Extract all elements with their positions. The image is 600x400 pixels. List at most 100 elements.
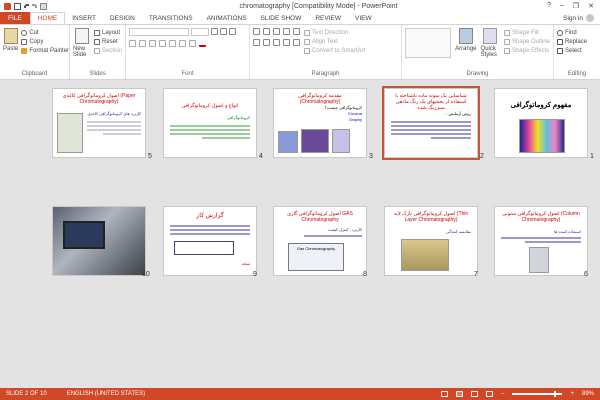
- italic-icon[interactable]: [139, 40, 146, 47]
- reading-view-icon[interactable]: [471, 391, 479, 397]
- language-indicator[interactable]: ENGLISH (UNITED STATES): [67, 391, 145, 397]
- slide-thumbnail-7[interactable]: اصول کروماتوگرافی نازک لایه (Thin Layer …: [384, 206, 478, 276]
- convert-smartart-button[interactable]: Convert to SmartArt: [304, 46, 365, 55]
- tab-file[interactable]: FILE: [0, 12, 30, 24]
- account-area[interactable]: Sign in: [563, 12, 600, 24]
- tab-slide-show[interactable]: SLIDE SHOW: [254, 12, 309, 24]
- bold-icon[interactable]: [129, 40, 136, 47]
- redo-icon[interactable]: [32, 4, 37, 8]
- replace-button[interactable]: Replace: [557, 37, 597, 46]
- reset-icon: [93, 38, 100, 45]
- columns-icon[interactable]: [293, 39, 300, 46]
- slide-thumbnail-5[interactable]: اصول کروماتوگرافی کاغذی (Paper Chromatog…: [52, 88, 146, 158]
- slide-9-text-lines: [170, 223, 250, 237]
- slide-sorter-view-icon[interactable]: [456, 391, 464, 397]
- layout-button[interactable]: Layout: [93, 28, 122, 37]
- copy-button[interactable]: Copy: [21, 37, 69, 46]
- shape-fill-button[interactable]: Shape Fill: [503, 28, 550, 37]
- paint-bucket-icon: [503, 29, 510, 36]
- laptop-image: [63, 221, 105, 249]
- shape-effects-button[interactable]: Shape Effects: [503, 46, 550, 55]
- zoom-in-button[interactable]: +: [570, 391, 574, 397]
- slide-4-text-lines: [170, 123, 250, 141]
- format-painter-button[interactable]: Format Painter: [21, 46, 69, 55]
- decrease-indent-icon[interactable]: [273, 28, 280, 35]
- align-center-icon[interactable]: [263, 39, 270, 46]
- magnifier-icon: [557, 29, 563, 36]
- tab-home[interactable]: HOME: [29, 12, 66, 24]
- reset-button[interactable]: Reset: [93, 37, 122, 46]
- slide-thumbnail-6[interactable]: اصول کروماتوگرافی ستونی (Column Chromato…: [494, 206, 588, 276]
- font-color-icon[interactable]: [199, 40, 206, 47]
- slide-thumbnail-10[interactable]: [52, 206, 146, 276]
- line-spacing-icon[interactable]: [293, 28, 300, 35]
- slide-thumbnail-4[interactable]: انواع و اصول کروماتوگرافی کروماتوگرافی: [163, 88, 257, 158]
- cut-button[interactable]: Cut: [21, 28, 69, 37]
- save-icon[interactable]: [14, 2, 21, 10]
- align-right-icon[interactable]: [273, 39, 280, 46]
- slide-thumbnail-9[interactable]: گزارش کار نتیجه: [163, 206, 257, 276]
- find-button[interactable]: Find: [557, 28, 597, 37]
- slide-2-text-lines: [391, 119, 471, 141]
- slide-thumbnail-2[interactable]: شناسایی یک نمونه ماده ناشناخته با استفاد…: [382, 86, 480, 160]
- text-direction-icon: [304, 29, 310, 36]
- slide-thumbnail-1[interactable]: مفهوم کروماتوگرافی: [494, 88, 588, 158]
- underline-icon[interactable]: [149, 40, 156, 47]
- increase-indent-icon[interactable]: [283, 28, 290, 35]
- tab-insert[interactable]: INSERT: [65, 12, 103, 24]
- slide-7-image: [401, 239, 449, 271]
- start-slideshow-icon[interactable]: [40, 2, 47, 10]
- char-spacing-icon[interactable]: [179, 40, 186, 47]
- zoom-level[interactable]: 89%: [582, 391, 594, 397]
- restore-button[interactable]: ❐: [573, 2, 579, 10]
- close-button[interactable]: ✕: [588, 2, 594, 10]
- slide-number-3: 3: [369, 153, 373, 160]
- tab-animations[interactable]: ANIMATIONS: [200, 12, 254, 24]
- section-button[interactable]: Section: [93, 46, 122, 55]
- layout-icon: [93, 29, 100, 36]
- font-name-box[interactable]: [129, 28, 189, 36]
- tab-view[interactable]: VIEW: [348, 12, 379, 24]
- tab-review[interactable]: REVIEW: [308, 12, 348, 24]
- window-controls: ? – ❐ ✕: [547, 2, 600, 10]
- tab-transitions[interactable]: TRANSITIONS: [142, 12, 200, 24]
- justify-icon[interactable]: [283, 39, 290, 46]
- sign-in-link[interactable]: Sign in: [563, 15, 583, 22]
- align-text-button[interactable]: Align Text: [304, 37, 365, 46]
- shapes-gallery[interactable]: [405, 28, 452, 58]
- select-button[interactable]: Select: [557, 46, 597, 55]
- help-button[interactable]: ?: [547, 2, 551, 10]
- slide-thumbnail-8[interactable]: اصول کروماتوگرافی گازی GAS Chromatograph…: [273, 206, 367, 276]
- slide-sorter: اصول کروماتوگرافی کاغذی (Paper Chromatog…: [0, 80, 600, 388]
- slide-9-table: [174, 241, 234, 255]
- slide-number-2: 2: [480, 153, 484, 160]
- slide-number-8: 8: [363, 271, 367, 278]
- font-size-box[interactable]: [191, 28, 209, 36]
- minimize-button[interactable]: –: [560, 2, 564, 10]
- normal-view-icon[interactable]: [441, 391, 449, 397]
- clear-format-icon[interactable]: [229, 28, 236, 35]
- numbering-icon[interactable]: [263, 28, 270, 35]
- change-case-icon[interactable]: [189, 40, 196, 47]
- slideshow-view-icon[interactable]: [486, 391, 494, 397]
- zoom-slider[interactable]: [512, 391, 563, 397]
- tab-design[interactable]: DESIGN: [103, 12, 142, 24]
- align-left-icon[interactable]: [253, 39, 260, 46]
- shadow-icon[interactable]: [169, 40, 176, 47]
- zoom-out-button[interactable]: –: [501, 391, 504, 397]
- slide-3-image-2: [301, 129, 329, 153]
- powerpoint-app-icon[interactable]: [4, 2, 11, 10]
- strikethrough-icon[interactable]: [159, 40, 166, 47]
- slide-8-diagram: Gas Chromatography: [288, 243, 344, 271]
- slide-3-image-3: [332, 129, 350, 153]
- avatar[interactable]: [586, 14, 594, 22]
- grow-font-icon[interactable]: [211, 28, 218, 35]
- drawing-group: Arrange Quick Styles Shape Fill Shape Ou…: [402, 25, 554, 79]
- editing-group-label: Editing: [567, 71, 587, 77]
- text-direction-button[interactable]: Text Direction: [304, 28, 365, 37]
- shrink-font-icon[interactable]: [220, 28, 227, 35]
- shape-outline-button[interactable]: Shape Outline: [503, 37, 550, 46]
- slide-thumbnail-3[interactable]: مقدمه کروماتوگرافی (Chromatography) کروم…: [273, 88, 367, 158]
- bullets-icon[interactable]: [253, 28, 260, 35]
- undo-icon[interactable]: [24, 4, 29, 8]
